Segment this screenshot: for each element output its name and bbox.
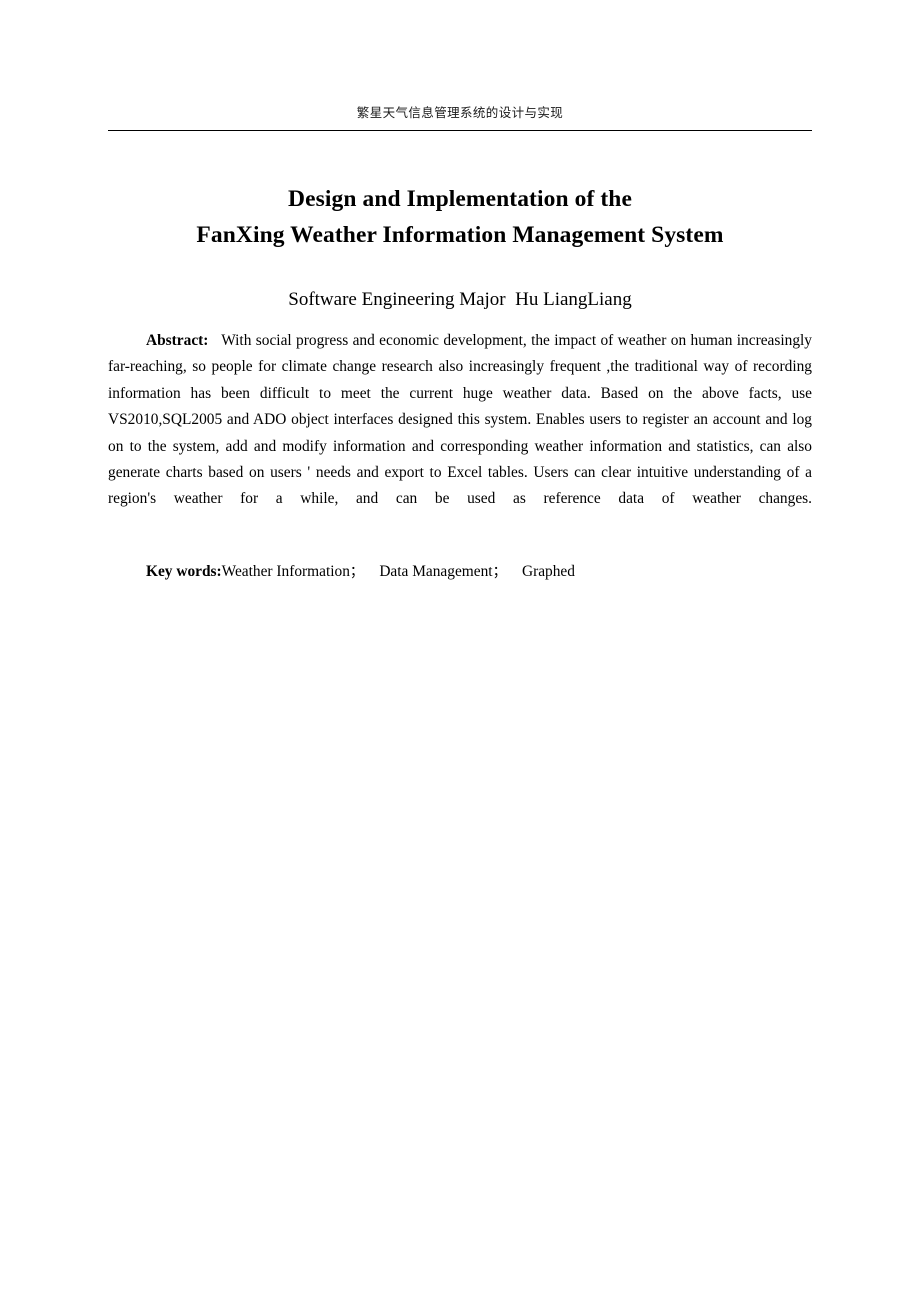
keyword-separator-1: ； — [349, 564, 364, 580]
document-page: 繁星天气信息管理系统的设计与实现 Design and Implementati… — [0, 0, 920, 1302]
byline-text: Software Engineering Major Hu LiangLiang — [288, 289, 632, 310]
keyword-term-3: Graphed — [521, 563, 575, 580]
keyword-term-2: Data Management — [379, 563, 493, 580]
page-title: Design and Implementation of the FanXing… — [108, 181, 812, 253]
header-divider-rule — [108, 130, 812, 131]
page-title-line-1: Design and Implementation of the — [288, 186, 632, 212]
keywords-line: Key words:Weather Information； Data Mana… — [108, 559, 812, 585]
byline: Software Engineering Major Hu LiangLiang — [108, 286, 812, 313]
keywords-label: Key words: — [146, 563, 222, 580]
abstract-section: Abstract: With social progress and econo… — [108, 328, 812, 539]
abstract-label-gap — [208, 332, 221, 349]
abstract-label: Abstract: — [146, 332, 209, 349]
page-title-line-2: FanXing Weather Information Management S… — [196, 222, 724, 248]
keyword-gap-2 — [507, 563, 522, 580]
keyword-separator-2: ； — [492, 564, 507, 580]
keyword-gap-1 — [364, 563, 379, 580]
keywords-section: Key words:Weather Information； Data Mana… — [108, 559, 812, 585]
abstract-body-text: With social progress and economic develo… — [108, 332, 812, 508]
running-header-title: 繁星天气信息管理系统的设计与实现 — [356, 105, 564, 120]
abstract-paragraph: Abstract: With social progress and econo… — [108, 328, 812, 539]
running-header: 繁星天气信息管理系统的设计与实现 — [108, 104, 812, 122]
keyword-term-1: Weather Information — [221, 563, 350, 580]
